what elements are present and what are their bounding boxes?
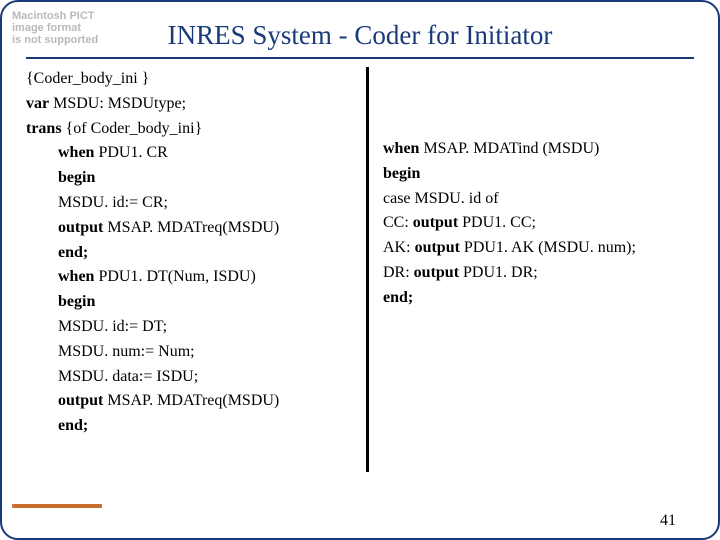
code-line: case MSDU. id of <box>383 187 694 212</box>
keyword-end: end; <box>58 244 88 261</box>
code-line: begin <box>383 162 694 187</box>
code-text: MSDU. id:= DT; <box>58 318 167 335</box>
keyword-output: output <box>58 219 103 236</box>
keyword-when: when <box>58 268 94 285</box>
code-line: var MSDU: MSDUtype; <box>26 92 358 117</box>
keyword-end: end; <box>383 289 413 306</box>
keyword-begin: begin <box>383 165 420 182</box>
code-line: end; <box>26 241 358 266</box>
code-line: MSDU. data:= ISDU; <box>26 365 358 390</box>
code-text: AK: <box>383 239 415 256</box>
code-line: DR: output PDU1. DR; <box>383 261 694 286</box>
code-line: MSDU. num:= Num; <box>26 340 358 365</box>
code-text: MSDU. data:= ISDU; <box>58 368 198 385</box>
pict-unsupported-note: Macintosh PICT image format is not suppo… <box>12 10 98 46</box>
code-line: begin <box>26 166 358 191</box>
content-columns: {Coder_body_ini } var MSDU: MSDUtype; tr… <box>26 67 694 472</box>
left-column: {Coder_body_ini } var MSDU: MSDUtype; tr… <box>26 67 366 472</box>
code-text: MSDU. num:= Num; <box>58 343 195 360</box>
code-line: output MSAP. MDATreq(MSDU) <box>26 389 358 414</box>
keyword-output: output <box>415 239 460 256</box>
code-line: end; <box>383 286 694 311</box>
slide-title: INRES System - Coder for Initiator <box>26 20 694 51</box>
code-line: end; <box>26 414 358 439</box>
code-line: CC: output PDU1. CC; <box>383 211 694 236</box>
keyword-trans: trans <box>26 120 62 137</box>
keyword-begin: begin <box>58 169 95 186</box>
code-text: PDU1. CC; <box>458 214 536 231</box>
page-number: 41 <box>660 512 676 530</box>
code-text: PDU1. DT(Num, ISDU) <box>94 268 255 285</box>
code-text: {of Coder_body_ini} <box>62 120 203 137</box>
code-line: begin <box>26 290 358 315</box>
code-line: MSDU. id:= DT; <box>26 315 358 340</box>
code-line: when PDU1. DT(Num, ISDU) <box>26 265 358 290</box>
code-line: MSDU. id:= CR; <box>26 191 358 216</box>
code-text: MSAP. MDATreq(MSDU) <box>103 392 279 409</box>
code-line: trans {of Coder_body_ini} <box>26 117 358 142</box>
code-text: MSDU. id:= CR; <box>58 194 168 211</box>
code-line: when MSAP. MDATind (MSDU) <box>383 137 694 162</box>
code-line: when PDU1. CR <box>26 141 358 166</box>
code-line: AK: output PDU1. AK (MSDU. num); <box>383 236 694 261</box>
title-underline <box>26 57 694 59</box>
code-text: PDU1. AK (MSDU. num); <box>460 239 636 256</box>
code-text: MSAP. MDATreq(MSDU) <box>103 219 279 236</box>
right-column: when MSAP. MDATind (MSDU) begin case MSD… <box>369 67 694 472</box>
keyword-end: end; <box>58 417 88 434</box>
keyword-output: output <box>413 214 458 231</box>
keyword-begin: begin <box>58 293 95 310</box>
keyword-output: output <box>414 264 459 281</box>
code-line: output MSAP. MDATreq(MSDU) <box>26 216 358 241</box>
keyword-var: var <box>26 95 49 112</box>
bottom-accent-bar <box>12 504 102 508</box>
code-text: CC: <box>383 214 413 231</box>
code-text: DR: <box>383 264 414 281</box>
code-text: MSDU: MSDUtype; <box>49 95 186 112</box>
code-text: PDU1. CR <box>94 144 167 161</box>
code-text: MSAP. MDATind (MSDU) <box>419 140 599 157</box>
keyword-output: output <box>58 392 103 409</box>
slide-frame: Macintosh PICT image format is not suppo… <box>0 0 720 540</box>
code-line: {Coder_body_ini } <box>26 67 358 92</box>
keyword-when: when <box>58 144 94 161</box>
keyword-when: when <box>383 140 419 157</box>
code-text: PDU1. DR; <box>459 264 538 281</box>
code-text: case MSDU. id of <box>383 190 499 207</box>
